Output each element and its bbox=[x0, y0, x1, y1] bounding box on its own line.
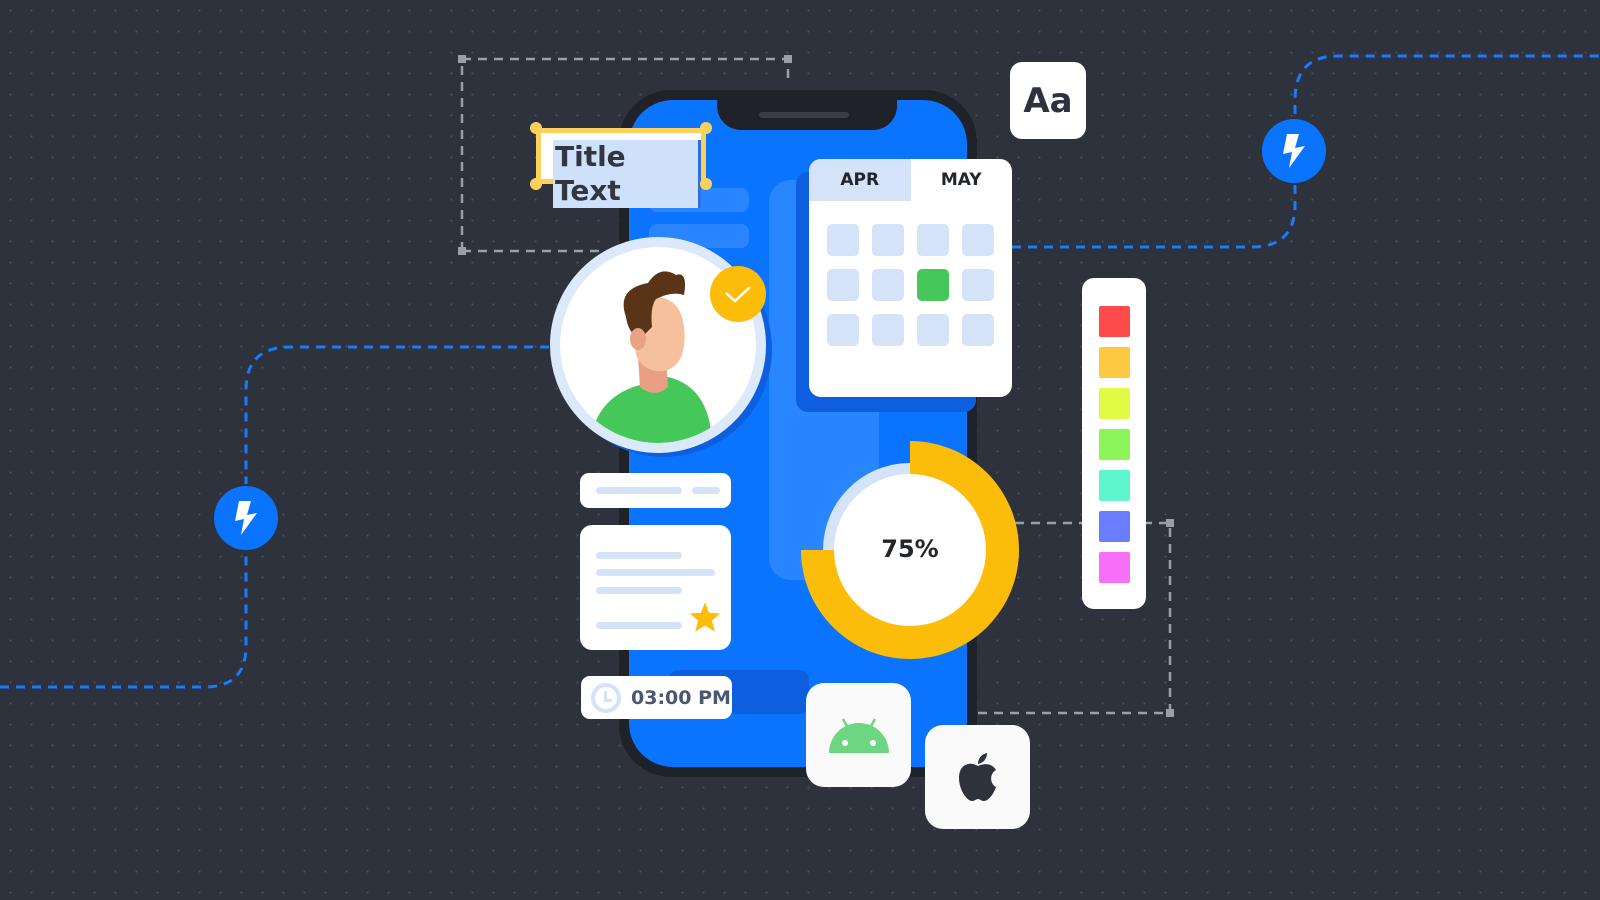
resize-handle[interactable] bbox=[700, 178, 712, 190]
calendar-grid bbox=[809, 201, 1012, 346]
font-card[interactable]: Aa bbox=[1010, 62, 1086, 139]
calendar-cell[interactable] bbox=[872, 224, 904, 256]
lightning-icon bbox=[1283, 134, 1305, 168]
tab-may[interactable]: MAY bbox=[911, 159, 1013, 201]
calendar-cell[interactable] bbox=[962, 314, 994, 346]
color-swatch[interactable] bbox=[1099, 347, 1130, 378]
info-bar-card bbox=[580, 473, 731, 508]
verified-badge bbox=[710, 266, 766, 322]
clock-icon bbox=[591, 682, 621, 713]
apple-card[interactable] bbox=[925, 725, 1030, 829]
check-icon bbox=[725, 286, 751, 303]
calendar-cell[interactable] bbox=[962, 224, 994, 256]
lightning-badge bbox=[1262, 119, 1326, 183]
calendar-cell[interactable] bbox=[917, 314, 949, 346]
calendar-cell[interactable] bbox=[827, 224, 859, 256]
lightning-icon bbox=[235, 501, 257, 535]
time-text: 03:00 PM bbox=[631, 686, 731, 709]
progress-label: 75% bbox=[881, 535, 939, 563]
android-icon bbox=[828, 718, 889, 753]
title-text-box[interactable]: Title Text bbox=[530, 122, 712, 208]
android-card[interactable] bbox=[806, 683, 911, 787]
color-swatch[interactable] bbox=[1099, 470, 1130, 501]
time-pill[interactable]: 03:00 PM bbox=[581, 676, 732, 719]
speaker bbox=[759, 112, 849, 118]
star-icon[interactable] bbox=[688, 601, 722, 633]
lightning-badge bbox=[214, 486, 278, 550]
calendar-cell[interactable] bbox=[872, 269, 904, 301]
content-card bbox=[580, 525, 731, 650]
phone-notch bbox=[717, 100, 897, 130]
color-swatch[interactable] bbox=[1099, 388, 1130, 419]
calendar-cell[interactable] bbox=[962, 269, 994, 301]
color-swatch[interactable] bbox=[1099, 511, 1130, 542]
calendar-cell[interactable] bbox=[917, 224, 949, 256]
apple-icon bbox=[958, 753, 996, 801]
calendar-card: APR MAY bbox=[809, 159, 1012, 397]
color-swatch[interactable] bbox=[1099, 429, 1130, 460]
blue-dashed-left bbox=[0, 345, 560, 689]
calendar-cell-selected[interactable] bbox=[917, 269, 949, 301]
calendar-cell[interactable] bbox=[872, 314, 904, 346]
resize-handle[interactable] bbox=[530, 178, 542, 190]
calendar-cell[interactable] bbox=[827, 269, 859, 301]
resize-handle[interactable] bbox=[700, 122, 712, 134]
title-text[interactable]: Title Text bbox=[553, 140, 701, 208]
color-swatch[interactable] bbox=[1099, 306, 1130, 337]
color-palette bbox=[1082, 278, 1146, 609]
tab-apr[interactable]: APR bbox=[809, 159, 911, 201]
resize-handle[interactable] bbox=[530, 122, 542, 134]
calendar-cell[interactable] bbox=[827, 314, 859, 346]
color-swatch[interactable] bbox=[1099, 552, 1130, 583]
